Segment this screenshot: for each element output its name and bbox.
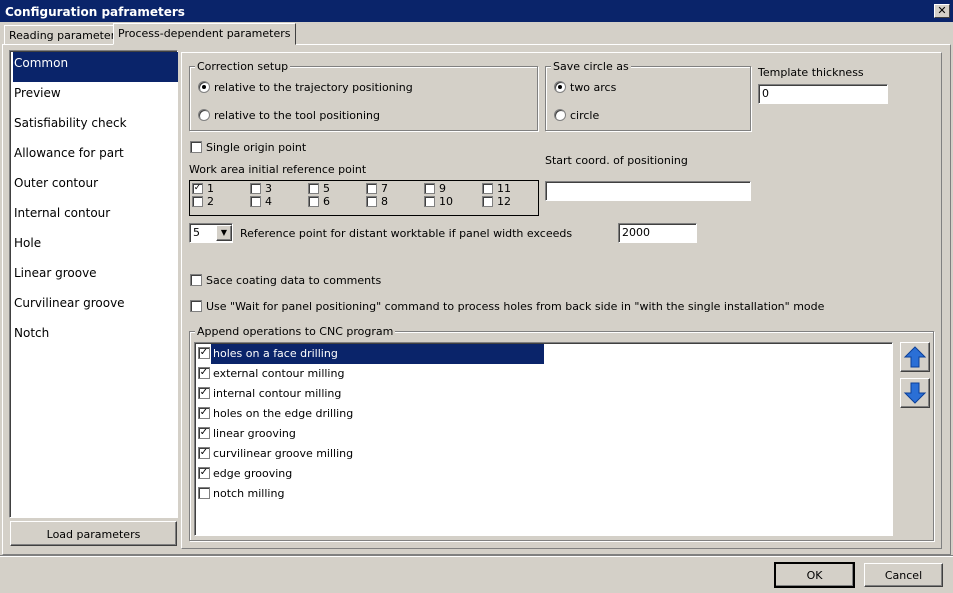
move-down-button[interactable] bbox=[900, 378, 930, 408]
work-area-checkbox-9[interactable] bbox=[424, 183, 435, 194]
work-area-label-8: 8 bbox=[381, 195, 388, 208]
tab-process-dependent-parameters[interactable]: Process-dependent parameters bbox=[113, 23, 296, 45]
cancel-button[interactable]: Cancel bbox=[864, 563, 943, 587]
nav-item-satisfiability-check[interactable]: Satisfiability check bbox=[13, 112, 178, 142]
work-area-checkbox-8[interactable] bbox=[366, 196, 377, 207]
work-area-label-7: 7 bbox=[381, 182, 388, 195]
work-area-label-12: 12 bbox=[497, 195, 511, 208]
work-area-checkbox-7[interactable] bbox=[366, 183, 377, 194]
correction-tool-radio[interactable] bbox=[198, 109, 210, 121]
operation-checkbox[interactable]: ✓ bbox=[198, 367, 210, 379]
work-area-label-4: 4 bbox=[265, 195, 272, 208]
sace-coating-checkbox[interactable] bbox=[190, 274, 202, 286]
operation-checkbox[interactable]: ✓ bbox=[198, 387, 210, 399]
operation-item[interactable]: notch milling bbox=[197, 484, 887, 504]
single-origin-label: Single origin point bbox=[206, 141, 307, 154]
work-area-checkbox-6[interactable] bbox=[308, 196, 319, 207]
work-area-checkbox-12[interactable] bbox=[482, 196, 493, 207]
nav-item-allowance-for-part[interactable]: Allowance for part bbox=[13, 142, 178, 172]
correction-tool-label: relative to the tool positioning bbox=[214, 109, 380, 122]
nav-item-internal-contour[interactable]: Internal contour bbox=[13, 202, 178, 232]
operation-item[interactable]: ✓ holes on the edge drilling bbox=[197, 404, 887, 424]
operation-checkbox[interactable]: ✓ bbox=[198, 427, 210, 439]
work-area-label: Work area initial reference point bbox=[189, 163, 367, 176]
operation-label: holes on a face drilling bbox=[211, 344, 544, 364]
start-coord-input[interactable] bbox=[545, 181, 751, 201]
tab-reading-parameters[interactable]: Reading parameters bbox=[4, 25, 126, 45]
work-area-label-2: 2 bbox=[207, 195, 214, 208]
operation-item[interactable]: ✓ edge grooving bbox=[197, 464, 887, 484]
wait-command-label: Use "Wait for panel positioning" command… bbox=[206, 300, 825, 313]
nav-item-outer-contour[interactable]: Outer contour bbox=[13, 172, 178, 202]
work-area-label-11: 11 bbox=[497, 182, 511, 195]
nav-item-curvilinear-groove[interactable]: Curvilinear groove bbox=[13, 292, 178, 322]
operation-label: holes on the edge drilling bbox=[213, 407, 354, 420]
save-two-arcs-label: two arcs bbox=[570, 81, 617, 94]
operation-item[interactable]: ✓ holes on a face drilling bbox=[197, 344, 887, 364]
operation-checkbox[interactable] bbox=[198, 487, 210, 499]
panel-width-input[interactable]: 2000 bbox=[618, 223, 697, 243]
work-area-label-9: 9 bbox=[439, 182, 446, 195]
save-circle-legend: Save circle as bbox=[551, 60, 631, 73]
distant-worktable-label: Reference point for distant worktable if… bbox=[240, 227, 573, 240]
nav-item-linear-groove[interactable]: Linear groove bbox=[13, 262, 178, 292]
operation-item[interactable]: ✓ curvilinear groove milling bbox=[197, 444, 887, 464]
operation-item[interactable]: ✓ internal contour milling bbox=[197, 384, 887, 404]
save-circle-label: circle bbox=[570, 109, 600, 122]
title-bar: Configuration paframeters bbox=[0, 0, 953, 22]
operation-checkbox[interactable]: ✓ bbox=[198, 467, 210, 479]
work-area-checkbox-1[interactable]: ✓ bbox=[192, 183, 203, 194]
ok-button[interactable]: OK bbox=[774, 562, 855, 588]
move-up-button[interactable] bbox=[900, 342, 930, 372]
template-thickness-input[interactable]: 0 bbox=[758, 84, 888, 104]
work-area-label-10: 10 bbox=[439, 195, 453, 208]
window-title: Configuration paframeters bbox=[5, 5, 185, 19]
work-area-checkbox-5[interactable] bbox=[308, 183, 319, 194]
nav-item-hole[interactable]: Hole bbox=[13, 232, 178, 262]
sace-coating-label: Sace coating data to comments bbox=[206, 274, 382, 287]
operation-label: internal contour milling bbox=[213, 387, 342, 400]
nav-item-common[interactable]: Common bbox=[13, 52, 178, 82]
work-area-checkbox-4[interactable] bbox=[250, 196, 261, 207]
template-thickness-label: Template thickness bbox=[758, 66, 864, 79]
operation-label: curvilinear groove milling bbox=[213, 447, 354, 460]
work-area-label-1: 1 bbox=[207, 182, 214, 195]
operation-label: linear grooving bbox=[213, 427, 296, 440]
footer-separator bbox=[0, 555, 953, 557]
load-parameters-button[interactable]: Load parameters bbox=[10, 521, 177, 546]
correction-trajectory-label: relative to the trajectory positioning bbox=[214, 81, 413, 94]
single-origin-checkbox[interactable] bbox=[190, 141, 202, 153]
nav-item-preview[interactable]: Preview bbox=[13, 82, 178, 112]
work-area-label-5: 5 bbox=[323, 182, 330, 195]
work-area-label-6: 6 bbox=[323, 195, 330, 208]
work-area-checkbox-2[interactable] bbox=[192, 196, 203, 207]
work-area-label-3: 3 bbox=[265, 182, 272, 195]
wait-command-checkbox[interactable] bbox=[190, 300, 202, 312]
chevron-down-icon[interactable]: ▼ bbox=[216, 225, 232, 241]
append-operations-legend: Append operations to CNC program bbox=[195, 325, 396, 338]
nav-item-notch[interactable]: Notch bbox=[13, 322, 178, 352]
operation-checkbox[interactable]: ✓ bbox=[198, 407, 210, 419]
start-coord-label: Start coord. of positioning bbox=[545, 154, 688, 167]
work-area-checkbox-10[interactable] bbox=[424, 196, 435, 207]
work-area-checkbox-3[interactable] bbox=[250, 183, 261, 194]
operation-checkbox[interactable]: ✓ bbox=[198, 347, 210, 359]
arrow-up-icon bbox=[903, 346, 927, 368]
arrow-down-icon bbox=[903, 382, 927, 404]
save-circle-radio[interactable] bbox=[554, 109, 566, 121]
save-two-arcs-radio[interactable] bbox=[554, 81, 566, 93]
operation-label: edge grooving bbox=[213, 467, 293, 480]
operation-checkbox[interactable]: ✓ bbox=[198, 447, 210, 459]
operation-label: external contour milling bbox=[213, 367, 345, 380]
correction-trajectory-radio[interactable] bbox=[198, 81, 210, 93]
correction-setup-legend: Correction setup bbox=[195, 60, 291, 73]
work-area-checkbox-11[interactable] bbox=[482, 183, 493, 194]
reference-point-value: 5 bbox=[193, 226, 200, 239]
operation-item[interactable]: ✓ linear grooving bbox=[197, 424, 887, 444]
operation-label: notch milling bbox=[213, 487, 285, 500]
close-button[interactable]: ✕ bbox=[934, 4, 950, 18]
operation-item[interactable]: ✓ external contour milling bbox=[197, 364, 887, 384]
